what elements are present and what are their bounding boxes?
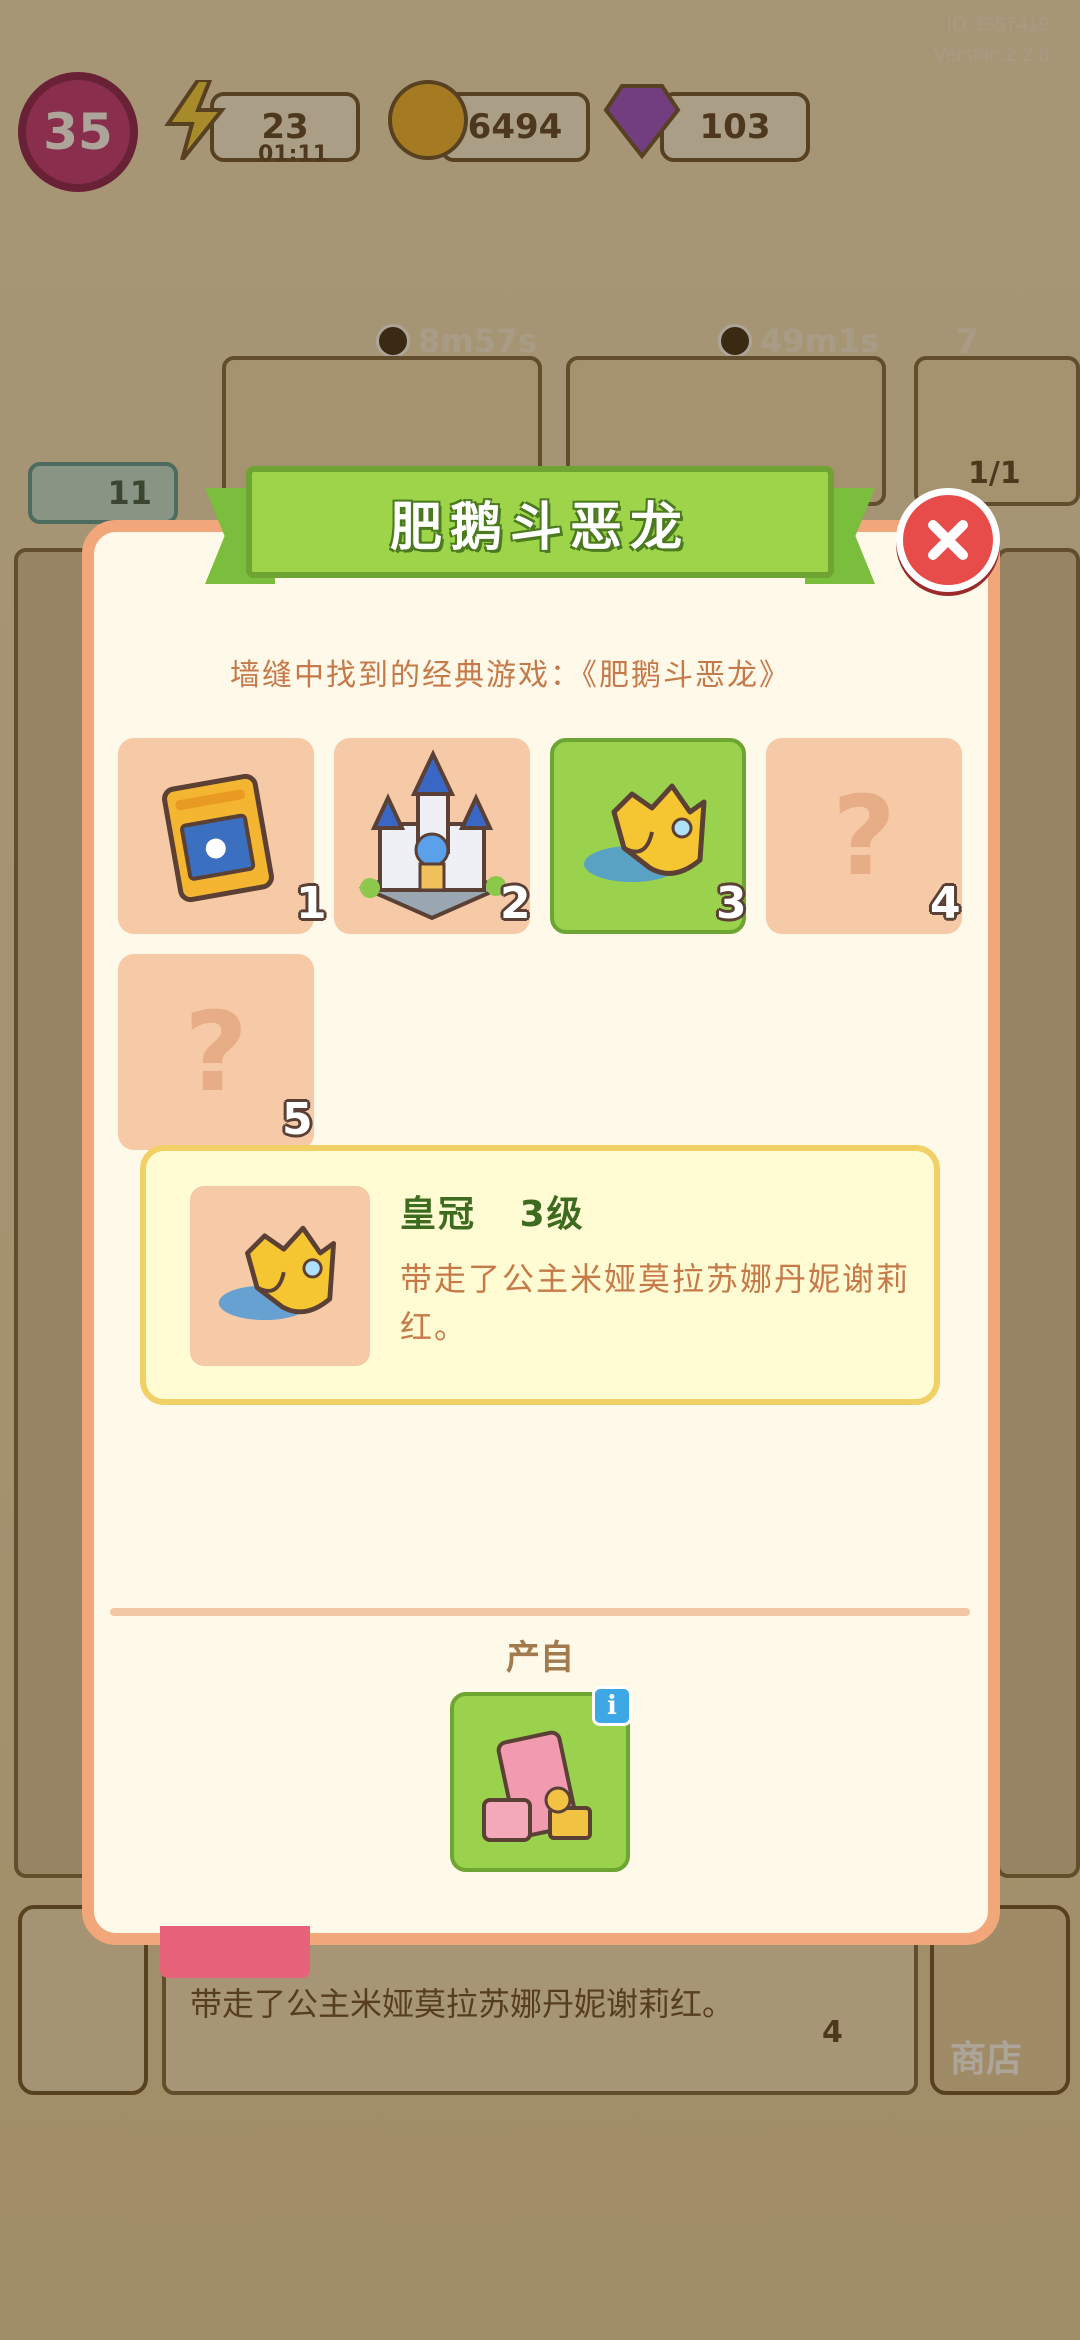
slot-number-1: 1 [296, 878, 327, 929]
item-detail-thumbnail [190, 1186, 370, 1366]
modal-title: 肥鹅斗恶龙 [389, 497, 690, 558]
collection-slot-1[interactable] [118, 738, 314, 934]
info-icon[interactable]: i [592, 1686, 632, 1726]
slot-number-4: 4 [930, 878, 961, 929]
slot-number-3: 3 [716, 878, 747, 929]
title-ribbon: 肥鹅斗恶龙 [246, 466, 834, 578]
item-description: 带走了公主米娅莫拉苏娜丹妮谢莉红。 [400, 1260, 911, 1346]
close-button[interactable] [896, 488, 1000, 592]
bookmark-tab [160, 1926, 310, 1978]
section-divider [110, 1608, 970, 1616]
game-cartridge-icon [162, 773, 274, 903]
crown-icon [584, 783, 707, 882]
crown-icon [218, 1225, 337, 1321]
close-icon [928, 520, 968, 560]
modal-subtitle: 墙缝中找到的经典游戏：《肥鹅斗恶龙》 [230, 658, 791, 693]
source-label: 产自 [506, 1638, 574, 1678]
item-name-level: 皇冠 3级 [400, 1194, 585, 1235]
slot-number-2: 2 [500, 878, 531, 929]
slot-number-5: 5 [282, 1094, 313, 1145]
